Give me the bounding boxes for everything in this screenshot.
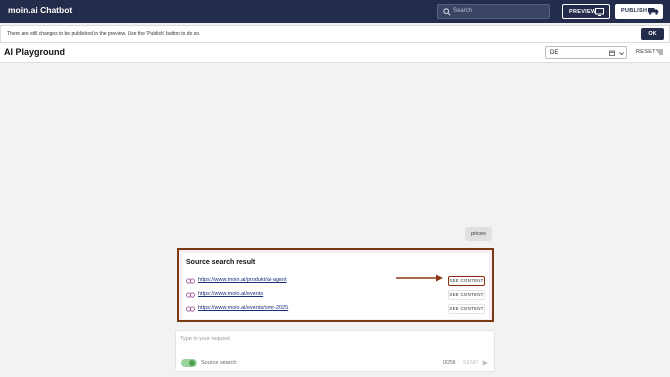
publish-button[interactable]: PUBLISH bbox=[615, 4, 663, 19]
reset-button[interactable]: RESET bbox=[636, 49, 656, 55]
top-bar: moin.ai Chatbot Search PREVIEW PUBLISH bbox=[0, 0, 670, 23]
source-link[interactable]: https://www.moin.ai/events/omr-2025 bbox=[198, 305, 288, 311]
search-input[interactable]: Search bbox=[437, 4, 550, 19]
page-title: AI Playground bbox=[4, 47, 66, 57]
unpublished-notice: There are still changes to be published … bbox=[0, 25, 670, 43]
see-content-button[interactable]: SEE CONTENT bbox=[448, 276, 485, 286]
ok-button[interactable]: OK bbox=[641, 28, 664, 40]
language-select[interactable]: DE bbox=[545, 46, 627, 59]
preview-button[interactable]: PREVIEW bbox=[562, 4, 610, 19]
see-content-button[interactable]: SEE CONTENT bbox=[448, 290, 485, 300]
source-search-result-panel: Source search result https://www.moin.ai… bbox=[177, 248, 494, 322]
source-row: https://www.moin.ai/events/omr-2025 SEE … bbox=[186, 304, 489, 315]
request-input[interactable]: Type in your request bbox=[180, 336, 230, 342]
search-icon bbox=[443, 8, 451, 16]
character-counter: 0/256 bbox=[443, 360, 456, 366]
notice-text: There are still changes to be published … bbox=[7, 31, 201, 37]
toggle-knob bbox=[189, 360, 195, 366]
source-link[interactable]: https://www.moin.ai/produkt/ai-agent bbox=[198, 277, 287, 283]
truck-icon bbox=[648, 8, 659, 15]
send-button[interactable]: SEND bbox=[463, 360, 478, 366]
language-value: DE bbox=[550, 50, 559, 56]
link-icon bbox=[186, 292, 195, 298]
chevron-down-icon bbox=[619, 52, 624, 56]
publish-label: PUBLISH bbox=[621, 8, 648, 14]
source-link[interactable]: https://www.moin.ai/events bbox=[198, 291, 263, 297]
annotation-arrow bbox=[396, 274, 443, 282]
monitor-icon bbox=[595, 8, 604, 16]
send-icon[interactable] bbox=[482, 360, 488, 366]
source-result-title: Source search result bbox=[186, 259, 256, 266]
page-header: AI Playground DE RESET bbox=[0, 43, 670, 63]
user-message: prices bbox=[465, 227, 492, 241]
chat-input-box[interactable]: Type in your request Source search 0/256… bbox=[175, 330, 495, 372]
app-title: moin.ai Chatbot bbox=[8, 5, 73, 15]
source-row: https://www.moin.ai/events SEE CONTENT bbox=[186, 290, 489, 301]
link-icon bbox=[186, 278, 195, 284]
search-placeholder: Search bbox=[453, 8, 473, 14]
link-icon bbox=[186, 306, 195, 312]
source-search-toggle[interactable] bbox=[181, 359, 197, 367]
source-search-label: Source search bbox=[201, 360, 237, 366]
preview-label: PREVIEW bbox=[569, 9, 597, 15]
calendar-icon bbox=[609, 50, 615, 56]
filter-lines-icon[interactable] bbox=[656, 49, 663, 55]
see-content-button[interactable]: SEE CONTENT bbox=[448, 304, 485, 314]
source-card: Source search result https://www.moin.ai… bbox=[182, 253, 489, 319]
